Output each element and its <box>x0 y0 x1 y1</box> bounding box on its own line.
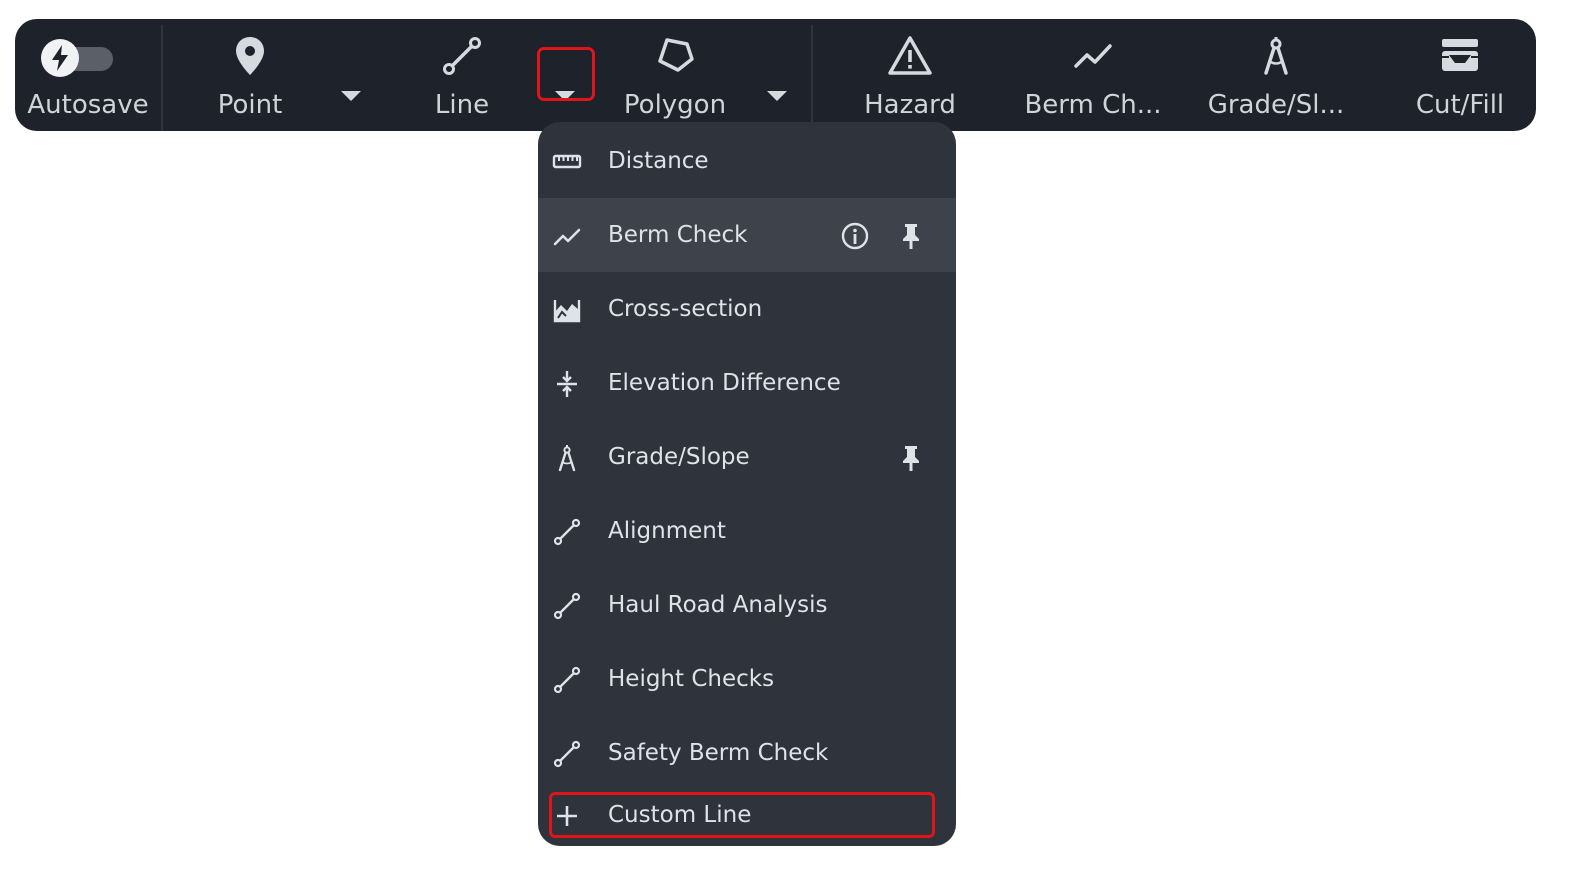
toolbar-divider <box>811 25 813 131</box>
cross-section-icon <box>552 295 582 325</box>
bolt-icon <box>41 39 79 77</box>
page: Autosave Point Line Polygon Hazard Berm … <box>0 0 1582 882</box>
map-pin-icon <box>227 33 273 79</box>
cut-fill-icon <box>1437 33 1483 79</box>
trend-line-icon <box>1070 33 1116 79</box>
caret-down-icon <box>767 91 787 101</box>
menu-item-alignment[interactable]: Alignment <box>538 494 956 568</box>
compass-icon <box>1253 33 1299 79</box>
menu-item-distance[interactable]: Distance <box>538 124 956 198</box>
berm-check-tool-button[interactable]: Berm Ch... <box>1015 19 1171 131</box>
menu-item-grade-slope[interactable]: Grade/Slope <box>538 420 956 494</box>
menu-item-cross-section[interactable]: Cross-section <box>538 272 956 346</box>
menu-item-elevation-difference[interactable]: Elevation Difference <box>538 346 956 420</box>
polygon-tool-button[interactable]: Polygon <box>600 19 750 131</box>
toolbar: Autosave Point Line Polygon Hazard Berm … <box>15 19 1536 131</box>
menu-item-label: Distance <box>608 148 709 174</box>
info-icon[interactable] <box>839 220 871 252</box>
menu-item-label: Alignment <box>608 518 726 544</box>
polygon-dropdown-button[interactable] <box>757 75 797 115</box>
point-dropdown-button[interactable] <box>331 75 371 115</box>
menu-item-label: Grade/Slope <box>608 444 750 470</box>
line-tool-button[interactable]: Line <box>387 19 537 131</box>
menu-item-label: Safety Berm Check <box>608 740 829 766</box>
line-segment-icon <box>552 517 582 547</box>
line-segment-icon <box>552 665 582 695</box>
polygon-icon <box>652 33 698 79</box>
grade-slope-tool-button[interactable]: Grade/Sl... <box>1198 19 1354 131</box>
hazard-tool-button[interactable]: Hazard <box>835 19 985 131</box>
pin-icon[interactable] <box>895 442 927 474</box>
point-tool-button[interactable]: Point <box>175 19 325 131</box>
grade-slope-label: Grade/Sl... <box>1207 90 1345 120</box>
line-label: Line <box>434 90 490 120</box>
menu-item-berm-check[interactable]: Berm Check <box>538 198 956 272</box>
warning-triangle-icon <box>887 33 933 79</box>
line-dropdown-highlight <box>537 47 595 101</box>
polygon-label: Polygon <box>623 90 727 120</box>
point-label: Point <box>217 90 283 120</box>
menu-item-label: Elevation Difference <box>608 370 841 396</box>
autosave-label: Autosave <box>27 90 149 120</box>
menu-item-label: Berm Check <box>608 222 748 248</box>
menu-item-haul-road-analysis[interactable]: Haul Road Analysis <box>538 568 956 642</box>
custom-line-highlight <box>549 792 935 838</box>
autosave-toggle[interactable]: Autosave <box>15 19 161 131</box>
elevation-difference-icon <box>552 369 582 399</box>
hazard-label: Hazard <box>864 90 956 120</box>
compass-icon <box>552 443 582 473</box>
cut-fill-label: Cut/Fill <box>1415 90 1505 120</box>
menu-item-label: Cross-section <box>608 296 763 322</box>
line-segment-icon <box>552 591 582 621</box>
line-segment-icon <box>552 739 582 769</box>
ruler-icon <box>552 147 582 177</box>
toolbar-divider <box>161 25 163 131</box>
autosave-switch[interactable] <box>41 39 115 77</box>
menu-item-label: Haul Road Analysis <box>608 592 828 618</box>
menu-item-label: Height Checks <box>608 666 775 692</box>
line-tools-menu: Distance Berm Check Cross-section Elevat… <box>538 122 956 846</box>
cut-fill-tool-button[interactable]: Cut/Fill <box>1390 19 1530 131</box>
line-segment-icon <box>439 33 485 79</box>
pin-icon[interactable] <box>895 220 927 252</box>
caret-down-icon <box>341 91 361 101</box>
berm-check-label: Berm Ch... <box>1024 90 1162 120</box>
trend-line-icon <box>552 221 582 251</box>
menu-item-height-checks[interactable]: Height Checks <box>538 642 956 716</box>
